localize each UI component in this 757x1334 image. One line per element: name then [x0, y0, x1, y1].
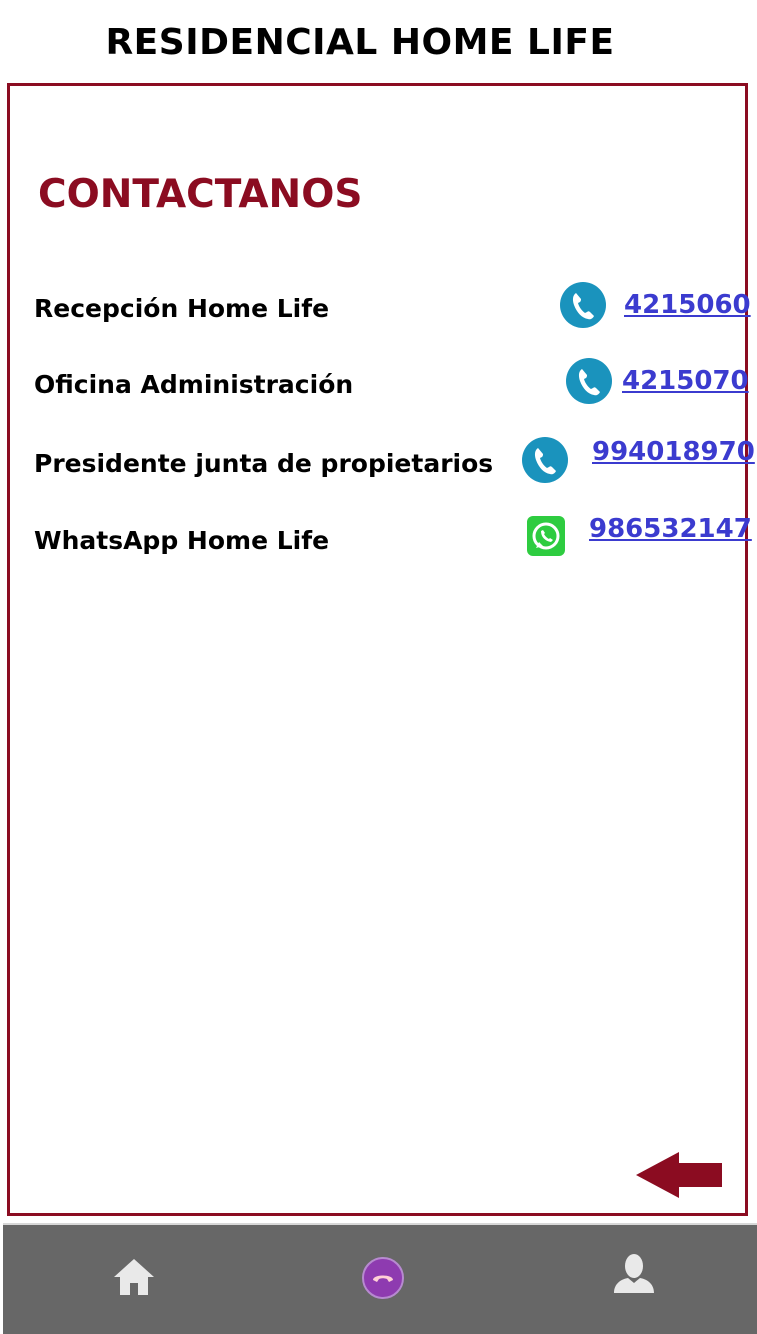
user-icon[interactable] [612, 1253, 662, 1299]
contact-label: Oficina Administración [34, 370, 354, 399]
phone-link[interactable]: 986532147 [589, 514, 752, 544]
section-title: CONTACTANOS [38, 172, 363, 217]
app-title: RESIDENCIAL HOME LIFE [105, 22, 615, 63]
phone-icon[interactable] [559, 282, 606, 328]
contact-row-whatsapp: WhatsApp Home Life 986532147 [34, 514, 752, 564]
contact-row-oficina: Oficina Administración 4215070 [34, 358, 749, 408]
contact-label: Presidente junta de propietarios [34, 449, 494, 478]
phone-icon[interactable] [565, 358, 612, 404]
contact-label: WhatsApp Home Life [34, 526, 330, 555]
contacts-panel: CONTACTANOS Recepción Home Life 4215060 … [7, 83, 755, 1216]
call-icon[interactable] [360, 1255, 410, 1301]
phone-link[interactable]: 994018970 [592, 437, 755, 467]
phone-link[interactable]: 4215070 [622, 366, 749, 396]
bottom-nav-bar [3, 1223, 757, 1334]
phone-icon[interactable] [521, 437, 568, 483]
contact-row-recepcion: Recepción Home Life 4215060 [34, 282, 751, 332]
home-icon[interactable] [112, 1257, 162, 1303]
back-arrow-icon[interactable] [634, 1150, 724, 1200]
contact-row-presidente: Presidente junta de propietarios 9940189… [34, 437, 755, 487]
whatsapp-icon[interactable] [527, 516, 573, 562]
phone-link[interactable]: 4215060 [624, 290, 751, 320]
contact-label: Recepción Home Life [34, 294, 330, 323]
